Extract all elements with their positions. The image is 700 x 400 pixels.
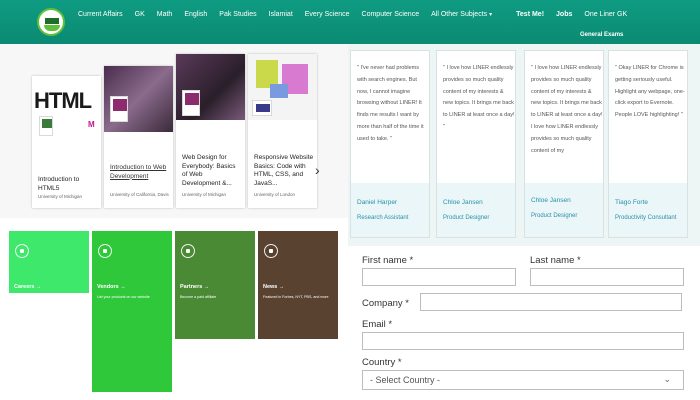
course-carousel: HTML M Introduction to HTML5 University … [0, 44, 348, 218]
main-menu: Current Affairs GK Math English Pak Stud… [78, 10, 639, 20]
category-tiles: Careers → Join the Kicker of Trello Work… [0, 218, 348, 400]
course-title[interactable]: Introduction to Web Development [110, 164, 170, 181]
course-thumbnail [104, 66, 173, 132]
testimonial-quote: " I love how LINER endlessly provides so… [443, 65, 515, 130]
course-card[interactable]: Introduction to Web Development Universi… [104, 66, 173, 208]
certificate-icon [252, 100, 272, 116]
nav-item-jobs[interactable]: Jobs [556, 10, 572, 20]
course-title[interactable]: Responsive Website Basics: Code with HTM… [254, 154, 314, 188]
tile-label: News → [263, 284, 285, 290]
nav-item-all-other-subjects-label: All Other Subjects [431, 11, 488, 18]
tile-label: Vendors → [97, 284, 126, 290]
partners-tile[interactable]: Partners → Become a paid affiliate [175, 231, 255, 339]
nav-item-pak-studies[interactable]: Pak Studies [219, 10, 256, 20]
course-university: University of Michigan [38, 194, 83, 199]
nav-item-english[interactable]: English [184, 10, 207, 20]
university-logo-icon: M [88, 120, 95, 129]
testimonial-card: " I've never had problems with search en… [350, 50, 430, 238]
site-logo[interactable] [37, 8, 65, 36]
course-card[interactable]: Responsive Website Basics: Code with HTM… [248, 54, 317, 208]
testimonial-card: " I love how LINER endlessly provides so… [436, 50, 516, 238]
testimonial-name: Chloe Jansen [443, 199, 483, 206]
certificate-icon [39, 116, 53, 136]
course-thumbnail [176, 54, 245, 120]
tile-description: Join the Kicker of Trello Work & world o… [14, 295, 88, 299]
tile-label: Partners → [180, 284, 210, 290]
newspaper-icon [264, 244, 278, 258]
testimonial-name: Chloe Jansen [531, 197, 571, 204]
tile-description: Featured in Forbes, NYT, PBS, and more [263, 295, 329, 299]
testimonial-footer [525, 183, 603, 237]
course-card[interactable]: Web Design for Everybody: Basics of Web … [176, 54, 245, 208]
course-university: University of Michigan [182, 192, 227, 197]
carousel-next-icon[interactable]: › [315, 162, 320, 178]
nav-item-all-other-subjects[interactable]: All Other Subjects ▾ [431, 10, 504, 20]
first-name-input[interactable] [362, 268, 516, 286]
testimonial-role: Productivity Consultant [615, 215, 677, 221]
email-label: Email * [362, 319, 393, 330]
testimonial-role: Product Designer [443, 215, 490, 221]
testimonial-card: " I love how LINER endlessly provides so… [524, 50, 604, 238]
design-illustration-icon [270, 84, 288, 98]
course-title[interactable]: Web Design for Everybody: Basics of Web … [182, 154, 242, 188]
tile-label: Careers → [14, 284, 42, 290]
course-thumbnail [248, 54, 317, 120]
nav-item-islamiat[interactable]: Islamiat [269, 10, 293, 20]
testimonial-card: " Okay LINER for Chrome is getting serio… [608, 50, 688, 238]
last-name-input[interactable] [530, 268, 684, 286]
tile-description: List your products on our website [97, 295, 150, 299]
storefront-icon [98, 244, 112, 258]
chevron-down-icon: ▾ [489, 12, 493, 18]
last-name-label: Last name * [530, 255, 581, 266]
country-label: Country * [362, 357, 402, 368]
nav-item-current-affairs[interactable]: Current Affairs [78, 10, 123, 20]
testimonial-name: Daniel Harper [357, 199, 398, 206]
certificate-icon [110, 96, 128, 122]
course-card[interactable]: HTML M Introduction to HTML5 University … [32, 76, 101, 208]
country-select[interactable]: - Select Country - ⌄ [362, 370, 684, 390]
course-title[interactable]: Introduction to HTML5 [38, 176, 98, 193]
nav-item-one-liner-gk[interactable]: One Liner GK [584, 10, 627, 20]
course-university: University of London [254, 192, 296, 197]
nav-item-test-me[interactable]: Test Me! [516, 10, 544, 20]
handshake-icon [181, 244, 195, 258]
chevron-down-icon: ⌄ [663, 374, 671, 384]
nav-item-computer-science[interactable]: Computer Science [362, 10, 420, 20]
testimonial-role: Research Assistant [357, 215, 409, 221]
nav-item-gk[interactable]: GK [135, 10, 145, 20]
company-input[interactable] [420, 293, 682, 311]
graduation-cap-icon [45, 18, 59, 24]
nav-item-general-exams[interactable]: General Exams [580, 32, 623, 38]
testimonial-footer [609, 183, 687, 237]
html-thumbnail-text: HTML [34, 88, 92, 113]
vendors-tile[interactable]: Vendors → List your products on our webs… [92, 231, 172, 392]
testimonials-section: " I've never had problems with search en… [348, 44, 700, 246]
people-icon [15, 244, 29, 258]
testimonial-footer [437, 183, 515, 237]
company-label: Company * [362, 298, 409, 309]
first-name-label: First name * [362, 255, 414, 266]
nav-item-math[interactable]: Math [157, 10, 173, 20]
testimonial-role: Product Designer [531, 213, 578, 219]
contact-form: First name * Last name * Company * Email… [348, 246, 700, 400]
tile-description: Become a paid affiliate [180, 295, 217, 299]
top-navigation-bar: Current Affairs GK Math English Pak Stud… [0, 0, 700, 44]
news-tile[interactable]: News → Featured in Forbes, NYT, PBS, and… [258, 231, 338, 339]
testimonial-footer [351, 183, 429, 237]
book-icon [44, 25, 60, 31]
testimonial-name: Tiago Forte [615, 199, 648, 206]
nav-item-every-science[interactable]: Every Science [305, 10, 350, 20]
certificate-icon [182, 90, 200, 116]
careers-tile[interactable]: Careers → Join the Kicker of Trello Work… [9, 231, 89, 299]
country-select-value: - Select Country - [370, 375, 441, 385]
email-input[interactable] [362, 332, 684, 350]
course-university: University of California, Davis [110, 192, 169, 197]
testimonial-quote: " I love how LINER endlessly provides so… [531, 65, 603, 154]
testimonial-quote: " I've never had problems with search en… [357, 65, 424, 142]
testimonial-quote: " Okay LINER for Chrome is getting serio… [615, 65, 685, 119]
